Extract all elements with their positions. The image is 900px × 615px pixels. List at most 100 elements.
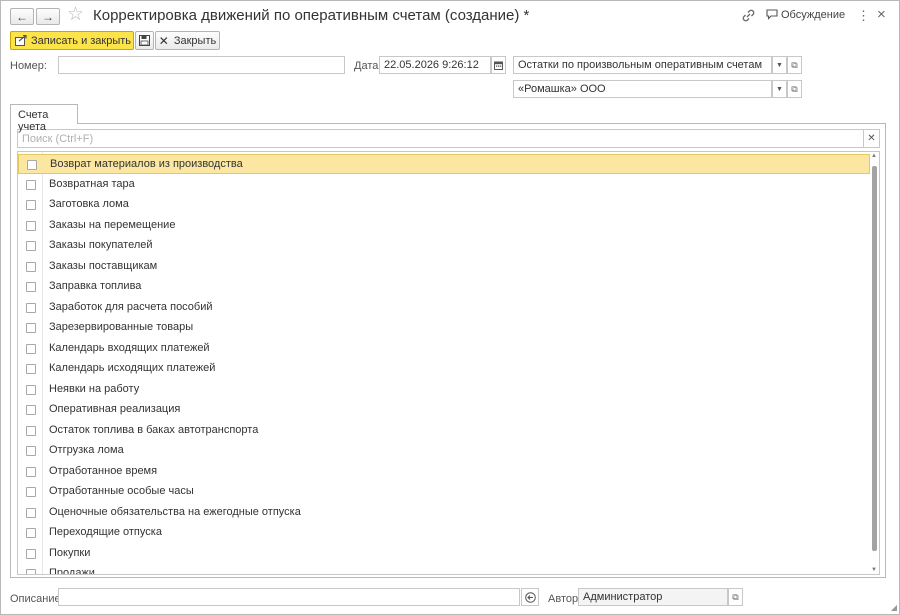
list-item-checkbox[interactable]: [26, 220, 36, 231]
register-dropdown-button[interactable]: ▼: [772, 56, 787, 74]
list-item[interactable]: Календарь входящих платежей: [18, 339, 870, 359]
list-item-checkbox[interactable]: [26, 364, 36, 374]
list-item[interactable]: Возвратная тара: [18, 175, 870, 195]
list-item-checkbox[interactable]: [26, 200, 36, 210]
author-label: Автор:: [548, 593, 582, 605]
date-field[interactable]: 22.05.2026 9:26:12: [379, 56, 491, 74]
back-button[interactable]: ←: [10, 8, 34, 25]
list-item-checkbox[interactable]: [26, 507, 36, 518]
list-item-checkbox[interactable]: [26, 302, 36, 313]
list-item-checkbox[interactable]: [26, 425, 36, 436]
list-item-checkbox[interactable]: [26, 548, 36, 559]
list-item[interactable]: Заказы поставщикам: [18, 257, 870, 277]
forward-button[interactable]: →: [36, 8, 60, 25]
list-item-checkbox[interactable]: [26, 323, 36, 333]
calendar-button[interactable]: [491, 56, 506, 74]
save-button[interactable]: [135, 31, 154, 50]
scroll-down-icon[interactable]: ▼: [870, 567, 878, 573]
description-label: Описание:: [10, 593, 64, 605]
chevron-down-icon: ▼: [776, 85, 783, 93]
close-x-icon: ✕: [158, 33, 169, 48]
organization-select[interactable]: «Ромашка» ООО: [513, 80, 772, 98]
resize-grip-icon[interactable]: ◢: [891, 603, 897, 612]
author-open-button[interactable]: ⧉: [728, 588, 743, 606]
register-open-button[interactable]: ⧉: [787, 56, 802, 74]
list-item-checkbox[interactable]: [26, 405, 36, 415]
save-close-icon: [15, 35, 27, 46]
list-item[interactable]: Отгрузка лома: [18, 441, 870, 461]
speech-bubble-icon: [766, 9, 778, 20]
list-item-label: Отгрузка лома: [49, 444, 124, 456]
window-title: Корректировка движений по оперативным сч…: [93, 7, 530, 24]
list-item-checkbox[interactable]: [26, 261, 36, 272]
list-item[interactable]: Оценочные обязательства на ежегодные отп…: [18, 503, 870, 523]
organization-dropdown-button[interactable]: ▼: [772, 80, 787, 98]
list-item[interactable]: Заготовка лома: [18, 195, 870, 215]
organization-open-button[interactable]: ⧉: [787, 80, 802, 98]
list-item[interactable]: Остаток топлива в баках автотранспорта: [18, 421, 870, 441]
accounts-list[interactable]: Возврат материалов из производства Возвра…: [17, 151, 880, 575]
list-item[interactable]: Продажи: [18, 564, 870, 575]
list-item-label: Зарезервированные товары: [49, 321, 194, 333]
list-item-checkbox[interactable]: [26, 343, 36, 354]
vertical-scrollbar[interactable]: ▲ ▼: [870, 152, 878, 574]
list-item-checkbox[interactable]: [26, 282, 36, 292]
list-item-checkbox[interactable]: [26, 241, 36, 251]
close-icon: ✕: [867, 133, 876, 144]
list-item[interactable]: Возврат материалов из производства: [18, 154, 870, 174]
number-label: Номер:: [10, 60, 47, 72]
more-menu-icon[interactable]: ⋮: [857, 8, 870, 24]
title-bar: ← → ☆ Корректировка движений по оператив…: [1, 1, 899, 31]
close-window-icon[interactable]: ×: [877, 7, 886, 23]
list-item-checkbox[interactable]: [26, 446, 36, 456]
list-item[interactable]: Переходящие отпуска: [18, 523, 870, 543]
list-item-label: Заказы покупателей: [49, 239, 153, 251]
list-item-checkbox[interactable]: [26, 179, 36, 190]
number-field[interactable]: [58, 56, 345, 74]
list-item-checkbox[interactable]: [26, 466, 36, 477]
date-label: Дата:: [354, 60, 382, 72]
search-placeholder: Поиск (Ctrl+F): [22, 133, 94, 145]
list-item[interactable]: Зарезервированные товары: [18, 318, 870, 338]
description-edit-button[interactable]: [521, 588, 539, 606]
discussion-label: Обсуждение: [781, 9, 846, 21]
list-item-label: Остаток топлива в баках автотранспорта: [49, 423, 259, 436]
list-item[interactable]: Заработок для расчета пособий: [18, 298, 870, 318]
scrollbar-thumb[interactable]: [872, 166, 877, 551]
list-item[interactable]: Оперативная реализация: [18, 400, 870, 420]
list-item-checkbox[interactable]: [26, 569, 36, 574]
list-item-label: Продажи: [49, 567, 95, 575]
calendar-icon: [494, 61, 503, 70]
list-item-label: Календарь входящих платежей: [49, 341, 210, 354]
save-and-close-button[interactable]: Записать и закрыть: [10, 31, 134, 50]
list-item-label: Оперативная реализация: [49, 403, 181, 415]
list-item[interactable]: Заказы на перемещение: [18, 216, 870, 236]
list-item[interactable]: Неявки на работу: [18, 380, 870, 400]
list-item-checkbox[interactable]: [26, 528, 36, 538]
list-item-checkbox[interactable]: [26, 487, 36, 497]
list-item-checkbox[interactable]: [26, 384, 36, 395]
list-item-label: Заказы поставщикам: [49, 259, 158, 272]
list-item-label: Заработок для расчета пособий: [49, 300, 213, 313]
arrow-right-icon: →: [42, 9, 54, 24]
list-item[interactable]: Отработанное время: [18, 462, 870, 482]
discussion-button[interactable]: Обсуждение: [766, 9, 845, 21]
list-item[interactable]: Заправка топлива: [18, 277, 870, 297]
link-icon[interactable]: [742, 9, 755, 22]
list-item-label: Переходящие отпуска: [49, 526, 162, 538]
arrow-left-icon: ←: [16, 9, 28, 24]
tab-accounts[interactable]: Счета учета: [10, 104, 78, 133]
list-item[interactable]: Календарь исходящих платежей: [18, 359, 870, 379]
list-item-checkbox[interactable]: [27, 160, 37, 170]
scroll-up-icon[interactable]: ▲: [870, 153, 878, 159]
list-item[interactable]: Заказы покупателей: [18, 236, 870, 256]
list-item[interactable]: Отработанные особые часы: [18, 482, 870, 502]
list-item[interactable]: Покупки: [18, 544, 870, 564]
description-field[interactable]: [58, 588, 520, 606]
list-item-label: Календарь исходящих платежей: [49, 362, 216, 374]
close-button[interactable]: ✕ Закрыть: [155, 31, 220, 50]
search-input[interactable]: Поиск (Ctrl+F) ✕: [17, 129, 880, 148]
clear-search-button[interactable]: ✕: [863, 129, 879, 148]
register-select[interactable]: Остатки по произвольным оперативным счет…: [513, 56, 772, 74]
favorite-star-icon[interactable]: ☆: [67, 5, 84, 25]
